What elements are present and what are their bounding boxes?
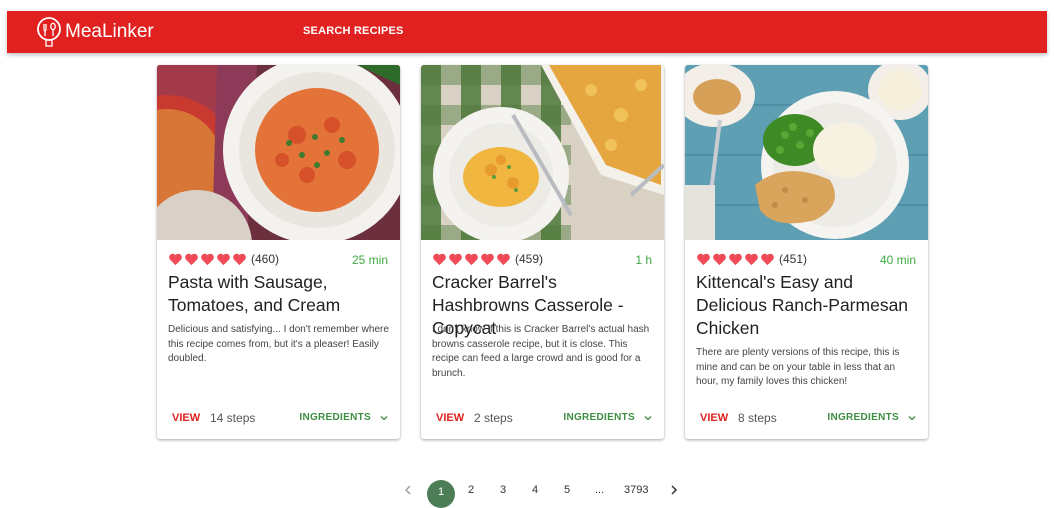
cook-time: 1 h — [635, 253, 652, 267]
page-link-current[interactable]: 1 — [427, 480, 455, 508]
chevron-down-icon — [380, 415, 388, 420]
app-header: MeaLinker SEARCH RECIPES — [7, 11, 1047, 53]
view-button[interactable]: VIEW — [436, 412, 464, 424]
ingredients-label: INGREDIENTS — [827, 412, 899, 423]
rating-count: (459) — [515, 252, 544, 266]
recipe-description: There are plenty versions of this recipe… — [696, 347, 900, 387]
brand-name[interactable]: MeaLinker — [65, 21, 154, 43]
page-link-2[interactable]: 2 — [468, 484, 474, 496]
heart-icon — [217, 253, 230, 265]
steps-count: 2 steps — [474, 411, 513, 425]
page-link-5[interactable]: 5 — [564, 484, 570, 496]
steps-count: 14 steps — [210, 411, 256, 425]
rating-hearts: (460) — [168, 251, 279, 267]
rating-count: (460) — [251, 252, 280, 266]
recipe-title: Pasta with Sausage, Tomatoes, and Cream — [168, 272, 341, 315]
chevron-down-icon — [908, 415, 916, 420]
chicken-dish-photo[interactable] — [685, 65, 928, 240]
ingredients-label: INGREDIENTS — [563, 412, 635, 423]
heart-icon — [713, 253, 726, 265]
cook-time: 25 min — [351, 253, 388, 267]
heart-icon — [201, 253, 214, 265]
rating-hearts: (459) — [432, 251, 543, 267]
pagination: 2 3 4 5 ... 3793 — [0, 480, 1054, 500]
heart-icon — [465, 253, 478, 265]
recipe-card: (451) 40 min Kittencal's Easy and Delici… — [685, 65, 928, 439]
heart-icon — [761, 253, 774, 265]
ingredients-label: INGREDIENTS — [299, 412, 371, 423]
recipe-card: (460) 25 min Pasta with Sausage, Tomatoe… — [157, 65, 400, 439]
heart-icon — [185, 253, 198, 265]
chevron-down-icon — [644, 415, 652, 420]
recipe-card: (459) 1 h Cracker Barrel's Hashbrowns Ca… — [421, 65, 664, 439]
chevron-right-icon[interactable] — [669, 484, 679, 496]
heart-icon — [481, 253, 494, 265]
pasta-dish-photo[interactable] — [157, 65, 400, 240]
page-link-3[interactable]: 3 — [500, 484, 506, 496]
page-ellipsis: ... — [595, 484, 605, 496]
page-link-last[interactable]: 3793 — [624, 484, 648, 496]
recipe-description: Delicious and satisfying... I don't reme… — [168, 324, 389, 364]
chef-logo-icon[interactable] — [33, 16, 65, 48]
chevron-left-icon[interactable] — [403, 484, 413, 496]
rating-hearts: (451) — [696, 251, 807, 267]
heart-icon — [433, 253, 446, 265]
heart-icon — [729, 253, 742, 265]
heart-icon — [745, 253, 758, 265]
page-link-4[interactable]: 4 — [532, 484, 538, 496]
recipe-description: I don't know if this is Cracker Barrel's… — [432, 324, 650, 379]
view-button[interactable]: VIEW — [700, 412, 728, 424]
cook-time: 40 min — [879, 253, 916, 267]
heart-icon — [697, 253, 710, 265]
ingredients-button[interactable]: INGREDIENTS — [563, 412, 653, 423]
heart-icon — [233, 253, 246, 265]
casserole-photo[interactable] — [421, 65, 664, 240]
rating-count: (451) — [779, 252, 808, 266]
view-button[interactable]: VIEW — [172, 412, 200, 424]
ingredients-button[interactable]: INGREDIENTS — [299, 412, 389, 423]
heart-icon — [449, 253, 462, 265]
search-recipes-link[interactable]: SEARCH RECIPES — [303, 25, 404, 37]
heart-icon — [497, 253, 510, 265]
heart-icon — [169, 253, 182, 265]
steps-count: 8 steps — [738, 411, 777, 425]
recipe-title: Kittencal's Easy and Delicious Ranch-Par… — [696, 272, 909, 338]
ingredients-button[interactable]: INGREDIENTS — [827, 412, 917, 423]
